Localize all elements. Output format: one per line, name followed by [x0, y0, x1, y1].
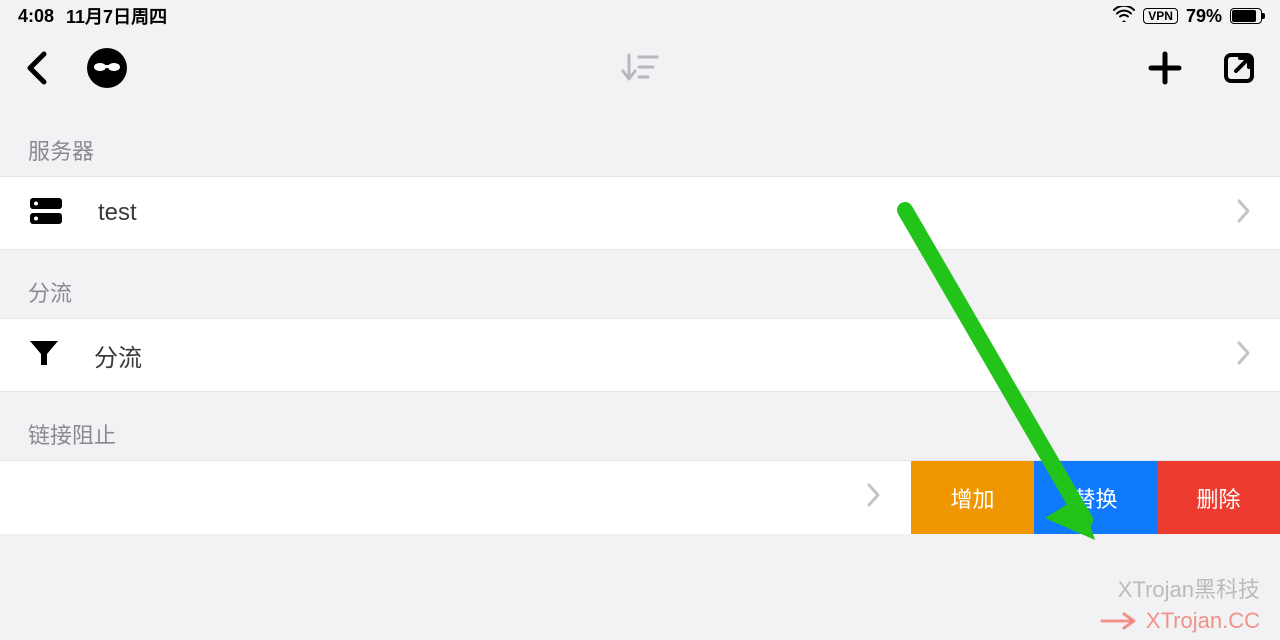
chevron-right-icon	[1236, 340, 1252, 371]
add-button[interactable]	[1148, 51, 1182, 90]
battery-percent: 79%	[1186, 6, 1222, 27]
watermark-text-2: XTrojan.CC	[1100, 608, 1260, 634]
status-date: 11月7日周四	[66, 3, 167, 29]
swipe-action-delete[interactable]: 删除	[1157, 461, 1280, 534]
vpn-badge: VPN	[1143, 8, 1178, 24]
wifi-icon	[1113, 6, 1135, 27]
filter-icon	[28, 337, 60, 374]
server-row[interactable]: test	[0, 176, 1280, 250]
swipe-action-replace[interactable]: 替换	[1034, 461, 1157, 534]
status-time: 4:08	[18, 6, 54, 27]
back-button[interactable]	[24, 50, 52, 91]
arrow-right-icon	[1100, 612, 1140, 630]
server-row-label: test	[98, 199, 137, 227]
section-header-server: 服务器	[0, 108, 1280, 176]
ninja-mask-icon[interactable]	[86, 47, 128, 94]
share-icon[interactable]	[1222, 51, 1256, 90]
watermark-text-1: XTrojan黑科技	[1118, 572, 1260, 604]
block-row[interactable]: 增加 替换 删除	[0, 460, 1280, 534]
swipe-actions: 增加 替换 删除	[911, 461, 1280, 534]
top-nav	[0, 32, 1280, 108]
block-row-content	[0, 461, 910, 534]
status-bar: 4:08 11月7日周四 VPN 79%	[0, 0, 1280, 32]
server-icon	[28, 195, 64, 232]
sort-icon[interactable]	[621, 72, 659, 89]
swipe-action-add[interactable]: 增加	[911, 461, 1034, 534]
section-header-routing: 分流	[0, 250, 1280, 318]
chevron-right-icon	[866, 482, 882, 513]
routing-row[interactable]: 分流	[0, 318, 1280, 392]
chevron-right-icon	[1236, 198, 1252, 229]
battery-icon	[1230, 8, 1262, 24]
section-header-block: 链接阻止	[0, 392, 1280, 460]
routing-row-label: 分流	[94, 338, 142, 373]
